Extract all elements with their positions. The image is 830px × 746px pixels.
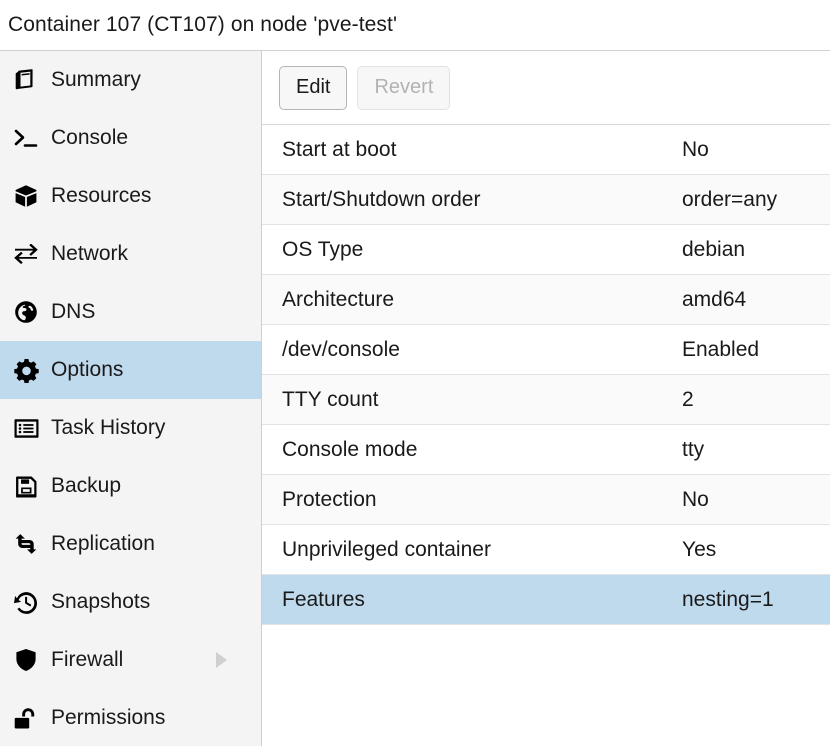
- table-row[interactable]: Console mode tty: [262, 425, 830, 475]
- sidebar-item-console[interactable]: Console: [0, 109, 261, 167]
- page-header: Container 107 (CT107) on node 'pve-test': [0, 0, 830, 51]
- option-key: /dev/console: [282, 337, 400, 361]
- option-key: Console mode: [282, 437, 418, 461]
- chevron-right-icon[interactable]: [216, 652, 227, 668]
- table-row[interactable]: Protection No: [262, 475, 830, 525]
- sidebar-item-label: Firewall: [51, 648, 124, 671]
- sidebar-item-options[interactable]: Options: [0, 341, 261, 399]
- floppy-disk-icon: [9, 475, 43, 498]
- sidebar-item-label: Permissions: [51, 706, 166, 729]
- sidebar-item-resources[interactable]: Resources: [0, 167, 261, 225]
- revert-button[interactable]: Revert: [357, 65, 451, 110]
- table-empty-area: [262, 625, 830, 745]
- table-row[interactable]: Start at boot No: [262, 125, 830, 175]
- table-row[interactable]: Features nesting=1: [262, 575, 830, 625]
- option-value: amd64: [682, 287, 747, 311]
- option-key: Start/Shutdown order: [282, 187, 481, 211]
- sidebar-item-label: Replication: [51, 532, 155, 555]
- sidebar-item-snapshots[interactable]: Snapshots: [0, 573, 261, 631]
- option-value: No: [682, 487, 709, 511]
- table-row[interactable]: /dev/console Enabled: [262, 325, 830, 375]
- sidebar-item-label: Network: [51, 242, 129, 265]
- table-row[interactable]: Unprivileged container Yes: [262, 525, 830, 575]
- edit-button[interactable]: Edit: [279, 65, 348, 110]
- sidebar-item-label: Resources: [51, 184, 152, 207]
- option-value: nesting=1: [682, 587, 774, 611]
- sidebar-item-label: Task History: [51, 416, 166, 439]
- sidebar-item-network[interactable]: Network: [0, 225, 261, 283]
- sidebar-item-task-history[interactable]: Task History: [0, 399, 261, 457]
- cube-icon: [9, 184, 43, 208]
- option-value: order=any: [682, 187, 778, 211]
- sidebar-item-replication[interactable]: Replication: [0, 515, 261, 573]
- option-value: Yes: [682, 537, 717, 561]
- options-table: Start at boot No Start/Shutdown order order…: [262, 125, 830, 746]
- sidebar-item-label: Backup: [51, 474, 122, 497]
- page-body: Summary Console Resources Network DNS Options…: [0, 51, 830, 746]
- list-icon: [9, 418, 43, 439]
- table-row[interactable]: TTY count 2: [262, 375, 830, 425]
- unlock-icon: [9, 707, 43, 730]
- retweet-icon: [9, 533, 43, 555]
- sidebar-item-label: DNS: [51, 300, 96, 323]
- sidebar-item-summary[interactable]: Summary: [0, 51, 261, 109]
- options-toolbar: Edit Revert: [262, 51, 830, 125]
- option-key: Start at boot: [282, 137, 397, 161]
- gear-icon: [9, 358, 43, 383]
- option-value: No: [682, 137, 709, 161]
- sidebar-item-permissions[interactable]: Permissions: [0, 689, 261, 746]
- shield-icon: [9, 648, 43, 672]
- sidebar-item-firewall[interactable]: Firewall: [0, 631, 261, 689]
- terminal-icon: [9, 127, 43, 149]
- sidebar-item-backup[interactable]: Backup: [0, 457, 261, 515]
- table-row[interactable]: Start/Shutdown order order=any: [262, 175, 830, 225]
- sidebar-item-label: Console: [51, 126, 129, 149]
- option-value: debian: [682, 237, 746, 261]
- sidebar-item-label: Options: [51, 358, 124, 381]
- option-key: Protection: [282, 487, 377, 511]
- option-key: Features: [282, 587, 365, 611]
- table-row[interactable]: Architecture amd64: [262, 275, 830, 325]
- option-key: Architecture: [282, 287, 395, 311]
- sidebar-item-label: Snapshots: [51, 590, 151, 613]
- sidebar-item-dns[interactable]: DNS: [0, 283, 261, 341]
- book-icon: [9, 68, 43, 92]
- option-value: 2: [682, 387, 694, 411]
- globe-icon: [9, 300, 43, 324]
- history-icon: [9, 590, 43, 614]
- option-value: tty: [682, 437, 705, 461]
- sidebar-item-label: Summary: [51, 68, 141, 91]
- page-title: Container 107 (CT107) on node 'pve-test': [8, 13, 398, 36]
- option-key: OS Type: [282, 237, 364, 261]
- table-row[interactable]: OS Type debian: [262, 225, 830, 275]
- sidebar-nav: Summary Console Resources Network DNS Options…: [0, 51, 262, 746]
- proxmox-container-options-page: Container 107 (CT107) on node 'pve-test'…: [0, 0, 830, 746]
- option-value: Enabled: [682, 337, 760, 361]
- main-content: Edit Revert Start at boot No Start/Shutdow…: [262, 51, 830, 746]
- exchange-icon: [9, 244, 43, 264]
- option-key: Unprivileged container: [282, 537, 491, 561]
- option-key: TTY count: [282, 387, 379, 411]
